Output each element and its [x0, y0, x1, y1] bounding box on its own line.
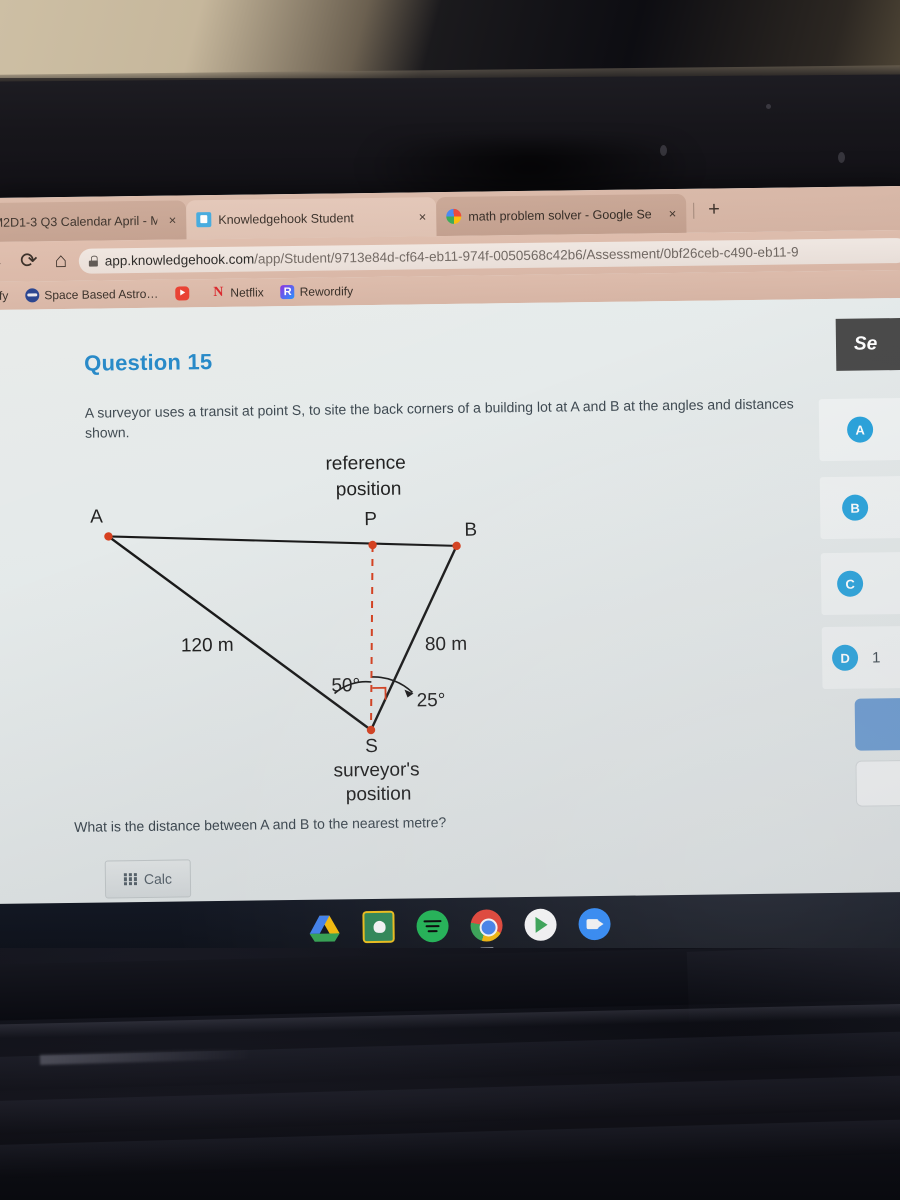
- answer-bubble-c: C: [836, 570, 864, 597]
- calc-button-label: Calc: [143, 870, 173, 887]
- question-stem: A surveyor uses a transit at point S, to…: [84, 395, 794, 441]
- secondary-button[interactable]: [855, 759, 900, 807]
- answer-option-d[interactable]: D 1: [821, 625, 900, 690]
- label-point-p: P: [364, 508, 378, 531]
- answer-option-b[interactable]: B: [819, 475, 900, 540]
- grid-icon: [123, 872, 137, 886]
- tab-google-search[interactable]: math problem solver - Google Se ×: [436, 193, 687, 237]
- segment-ab: [108, 535, 457, 547]
- answer-bubble-b: B: [841, 494, 869, 521]
- bookmark-netflix[interactable]: N Netflix: [206, 285, 269, 300]
- address-bar-domain: app.knowledgehook.com: [104, 251, 255, 269]
- address-bar[interactable]: app.knowledgehook.com/app/Student/9713e8…: [78, 237, 900, 274]
- google-favicon: [446, 208, 462, 224]
- keyboard-right-cluster: [686, 948, 900, 1142]
- bookmark-rewordify-label: Rewordify: [299, 284, 354, 299]
- forward-arrow-icon[interactable]: →: [0, 250, 7, 274]
- zoom-icon[interactable]: [578, 907, 611, 941]
- answer-option-c[interactable]: C: [820, 551, 900, 616]
- bookmark-netflix-label: Netflix: [230, 285, 264, 300]
- calc-button[interactable]: Calc: [104, 859, 192, 899]
- laptop-base: [0, 948, 900, 1200]
- label-surveyor-line1: surveyor's: [333, 759, 420, 782]
- bookmark-space-based-astro-label: Space Based Astro…: [44, 286, 159, 303]
- rewordify-icon: R: [280, 284, 295, 300]
- angle-arc-25-arrowhead: [404, 689, 414, 698]
- bezel-speck-2: [766, 104, 771, 109]
- answer-text-d: 1: [871, 648, 881, 666]
- segment-ps-dashed: [369, 544, 374, 731]
- bookmark-spotify-label: otify: [0, 288, 9, 304]
- segment-as: [107, 535, 372, 731]
- tab-calendar-close-icon[interactable]: ×: [169, 213, 177, 228]
- spotify-bars: [423, 920, 442, 933]
- tab-google-search-title: math problem solver - Google Se: [468, 206, 652, 224]
- tab-separator: [693, 202, 695, 219]
- youtube-icon: [175, 286, 190, 301]
- laptop-screen: PM2D1-3 Q3 Calendar April - M × Knowledg…: [0, 185, 900, 960]
- new-tab-button[interactable]: +: [708, 198, 720, 220]
- answer-panel: Se A B C D 1: [818, 297, 900, 949]
- chrome-icon[interactable]: [470, 909, 503, 951]
- answer-bubble-d: D: [831, 644, 859, 671]
- label-point-s: S: [365, 735, 379, 758]
- home-icon[interactable]: ⌂: [49, 249, 73, 273]
- tab-calendar[interactable]: PM2D1-3 Q3 Calendar April - M ×: [0, 200, 187, 243]
- play-store-icon[interactable]: [524, 908, 557, 942]
- tab-calendar-title: PM2D1-3 Q3 Calendar April - M: [0, 213, 158, 230]
- label-reference-line1: reference: [325, 452, 406, 475]
- label-point-a: A: [90, 506, 104, 528]
- bezel-camera-dot: [660, 145, 667, 156]
- vertex-b: [452, 541, 461, 551]
- page-title: Question 15: [84, 349, 213, 376]
- laptop-photo: PM2D1-3 Q3 Calendar April - M × Knowledg…: [0, 0, 900, 1200]
- nasa-icon: [25, 288, 40, 303]
- tab-google-search-close-icon[interactable]: ×: [669, 206, 677, 221]
- bookmark-space-based-astro[interactable]: Space Based Astro…: [20, 287, 163, 303]
- right-angle-marker: [372, 686, 387, 700]
- label-side-sb: 80 m: [424, 633, 468, 656]
- tab-knowledgehook-title: Knowledgehook Student: [218, 210, 354, 227]
- surveyor-diagram-svg: [104, 532, 461, 735]
- secure-lock-icon: [89, 256, 98, 267]
- netflix-icon: N: [213, 284, 224, 301]
- knowledgehook-favicon: [196, 212, 212, 228]
- label-point-b: B: [464, 519, 478, 541]
- address-bar-path: /app/Student/9713e84d-cf64-eb11-974f-005…: [254, 244, 799, 267]
- reload-icon[interactable]: ⟳: [17, 249, 41, 273]
- bookmark-spotify[interactable]: otify: [0, 289, 13, 303]
- bookmark-rewordify[interactable]: R Rewordify: [276, 284, 359, 300]
- bezel-speck: [838, 152, 845, 163]
- google-drive-icon[interactable]: [308, 911, 340, 943]
- submit-button[interactable]: [854, 697, 900, 751]
- label-angle-25: 25°: [416, 690, 446, 712]
- label-angle-50: 50°: [331, 675, 361, 697]
- assessment-page: Question 15 A surveyor uses a transit at…: [0, 297, 900, 960]
- spotify-icon[interactable]: [416, 910, 449, 943]
- answer-option-a[interactable]: A: [818, 397, 900, 462]
- google-classroom-icon[interactable]: [362, 910, 395, 944]
- tab-knowledgehook-close-icon[interactable]: ×: [419, 209, 427, 224]
- answer-bubble-a: A: [846, 416, 874, 443]
- surveyor-diagram: reference position A P B 120 m 80 m 50° …: [69, 451, 544, 817]
- label-surveyor-line2: position: [345, 783, 412, 806]
- answer-panel-header: Se: [835, 317, 900, 371]
- label-side-sa: 120 m: [180, 634, 234, 657]
- bookmark-youtube[interactable]: [170, 286, 199, 301]
- address-bar-url: app.knowledgehook.com/app/Student/9713e8…: [105, 244, 799, 268]
- vertex-p: [368, 540, 377, 550]
- tab-knowledgehook[interactable]: Knowledgehook Student ×: [186, 197, 437, 240]
- label-reference-line2: position: [335, 478, 402, 501]
